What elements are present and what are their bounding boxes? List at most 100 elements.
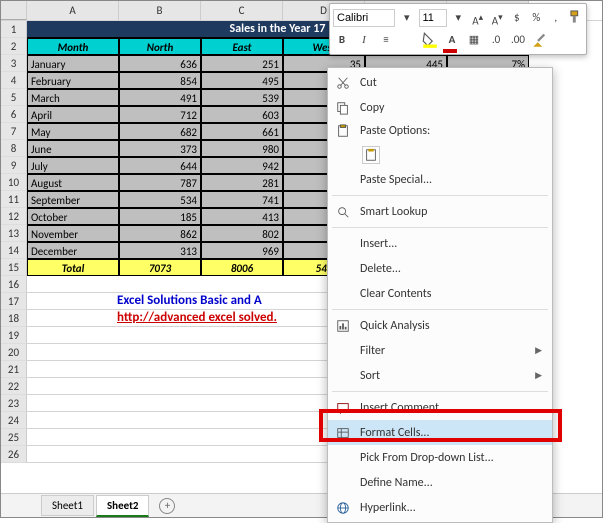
align-button[interactable]: ≡ [377,31,395,49]
row-header[interactable]: 21 [1,361,27,378]
increase-font-icon[interactable]: A▴ [470,9,486,27]
cell[interactable]: 313 [119,242,201,259]
cell[interactable]: April [27,106,119,123]
font-name-input[interactable] [333,9,395,27]
row-header[interactable]: 9 [1,157,27,174]
decrease-font-icon[interactable]: A▾ [490,9,506,27]
menu-insert-comment[interactable]: Insert Comment [328,395,552,420]
row-header[interactable]: 15 [1,259,27,276]
row-header[interactable]: 23 [1,395,27,412]
row-header[interactable]: 20 [1,344,27,361]
row-header[interactable]: 13 [1,225,27,242]
menu-clear-contents[interactable]: Clear Contents [328,281,552,306]
row-header[interactable]: 24 [1,412,27,429]
sheet-tab-1[interactable]: Sheet1 [41,495,94,516]
cell[interactable]: 854 [119,72,201,89]
merge-button[interactable]: ▦ [465,31,483,49]
cell[interactable]: 603 [201,106,283,123]
cell[interactable]: May [27,123,119,140]
row-header[interactable]: 8 [1,140,27,157]
cell[interactable]: 787 [119,174,201,191]
font-dropdown-icon[interactable]: ▾ [399,9,415,27]
cell[interactable]: 682 [119,123,201,140]
row-header[interactable]: 14 [1,242,27,259]
select-all-corner[interactable] [1,1,27,20]
col-B[interactable]: B [119,1,201,20]
cell[interactable]: 980 [201,140,283,157]
row-header[interactable]: 6 [1,106,27,123]
cell[interactable]: 942 [201,157,283,174]
cell[interactable]: 644 [119,157,201,174]
sheet-tab-2[interactable]: Sheet2 [96,495,150,517]
cell[interactable]: 251 [201,55,283,72]
menu-filter[interactable]: Filter ▶ [328,338,552,363]
cell[interactable]: June [27,140,119,157]
row-header[interactable]: 19 [1,327,27,344]
cell[interactable]: North [119,38,201,55]
row-header[interactable]: 26 [1,446,27,463]
cell[interactable]: July [27,157,119,174]
cell[interactable]: 495 [201,72,283,89]
row-header[interactable]: 12 [1,208,27,225]
cell[interactable]: February [27,72,119,89]
percent-format-icon[interactable]: % [529,9,545,27]
cell[interactable]: 413 [201,208,283,225]
row-header[interactable]: 3 [1,55,27,72]
decrease-decimal-icon[interactable]: .0 [487,31,505,49]
col-A[interactable]: A [27,1,119,20]
cell[interactable]: 802 [201,225,283,242]
cell[interactable]: January [27,55,119,72]
row-header[interactable]: 2 [1,38,27,55]
cell[interactable]: 862 [119,225,201,242]
cell[interactable]: 373 [119,140,201,157]
row-header[interactable]: 17 [1,293,27,310]
cell[interactable]: 491 [119,89,201,106]
cell[interactable]: 7073 [119,259,201,276]
accounting-format-icon[interactable]: $ [509,9,525,27]
row-header[interactable]: 4 [1,72,27,89]
col-C[interactable]: C [201,1,283,20]
row-header[interactable]: 5 [1,89,27,106]
format-brush-icon[interactable] [531,31,549,49]
menu-format-cells[interactable]: Format Cells... [328,420,552,445]
menu-paste-option-button[interactable] [328,142,552,167]
menu-delete[interactable]: Delete... [328,256,552,281]
cell[interactable]: 969 [201,242,283,259]
menu-define-name[interactable]: Define Name... [328,470,552,495]
cell[interactable]: December [27,242,119,259]
cell[interactable]: 8006 [201,259,283,276]
row-header[interactable]: 7 [1,123,27,140]
cell[interactable]: Total [27,259,119,276]
cell[interactable]: 185 [119,208,201,225]
size-dropdown-icon[interactable]: ▾ [451,9,467,27]
menu-paste-special[interactable]: Paste Special... [328,167,552,192]
row-header[interactable]: 25 [1,429,27,446]
menu-pick-dropdown[interactable]: Pick From Drop-down List... [328,445,552,470]
row-header[interactable]: 16 [1,276,27,293]
row-header[interactable]: 11 [1,191,27,208]
add-sheet-button[interactable]: + [159,498,175,514]
cell[interactable]: November [27,225,119,242]
cell[interactable]: October [27,208,119,225]
cell[interactable]: East [201,38,283,55]
menu-sort[interactable]: Sort ▶ [328,363,552,388]
menu-copy[interactable]: Copy [328,95,552,120]
menu-quick-analysis[interactable]: Quick Analysis [328,313,552,338]
cell[interactable]: 741 [201,191,283,208]
cell[interactable]: September [27,191,119,208]
bold-button[interactable]: B [333,31,351,49]
increase-decimal-icon[interactable]: .00 [509,31,527,49]
cell[interactable]: 534 [119,191,201,208]
menu-smart-lookup[interactable]: Smart Lookup [328,199,552,224]
font-color-button[interactable]: A [443,31,461,49]
italic-button[interactable]: I [355,31,373,49]
cell[interactable]: 539 [201,89,283,106]
border-button[interactable] [399,31,417,49]
font-size-input[interactable] [419,9,447,27]
row-header[interactable]: 1 [1,21,27,38]
row-header[interactable]: 18 [1,310,27,327]
row-header[interactable]: 10 [1,174,27,191]
menu-cut[interactable]: Cut [328,70,552,95]
menu-hyperlink[interactable]: Hyperlink... [328,495,552,520]
cell[interactable]: 712 [119,106,201,123]
